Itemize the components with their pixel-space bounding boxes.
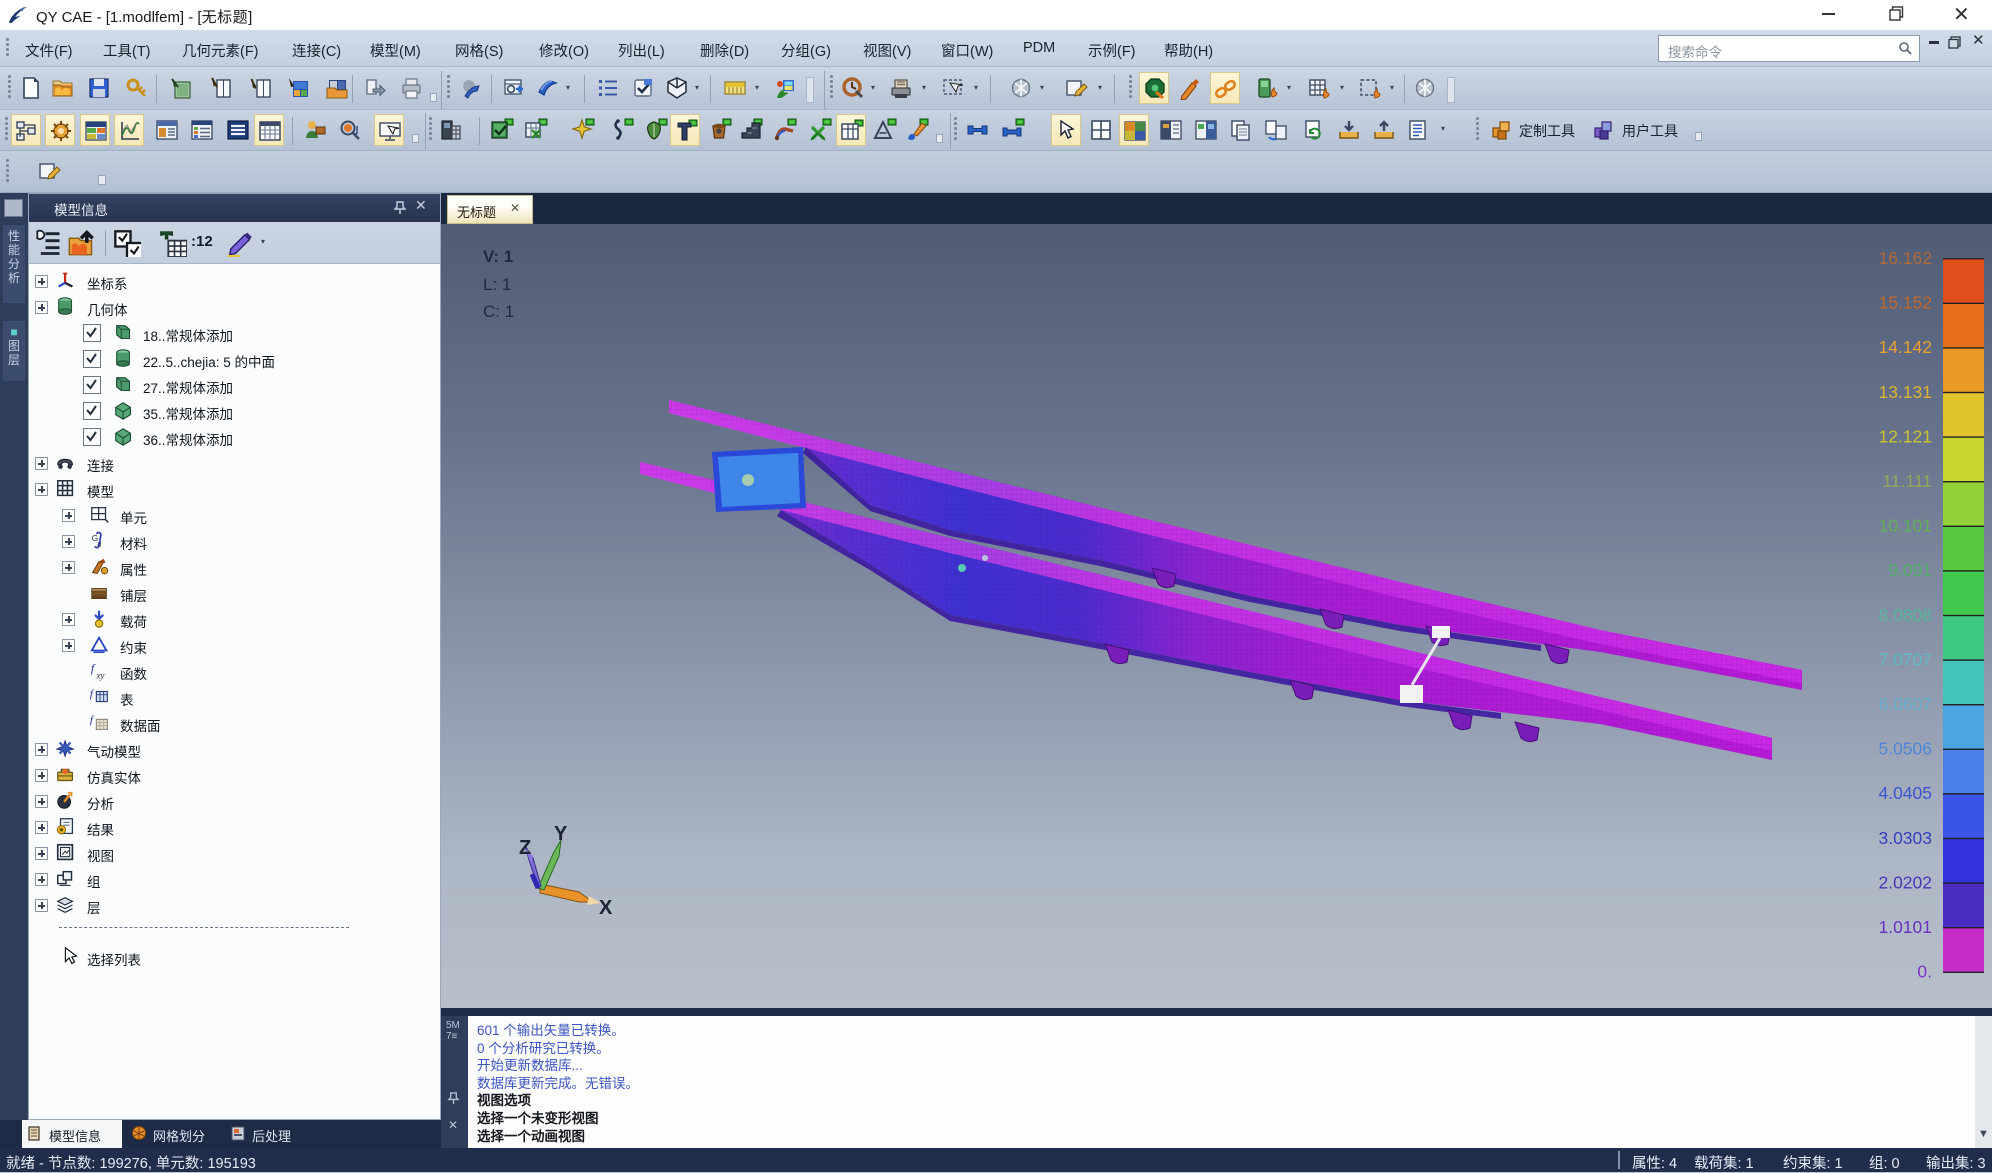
svg-text:f: f: [90, 688, 95, 700]
svg-text:3.0303: 3.0303: [1878, 828, 1932, 848]
svg-text:1.0101: 1.0101: [1878, 917, 1932, 937]
svg-text:0.: 0.: [1917, 962, 1932, 982]
svg-text:14.142: 14.142: [1878, 337, 1932, 357]
svg-text:2.0202: 2.0202: [1878, 872, 1932, 892]
svg-text:12.121: 12.121: [1878, 426, 1932, 446]
svg-text:13.131: 13.131: [1878, 382, 1932, 402]
svg-text:16.162: 16.162: [1878, 248, 1932, 268]
svg-text:4.0405: 4.0405: [1878, 783, 1932, 803]
svg-text:Y: Y: [554, 823, 568, 845]
svg-text:xy: xy: [95, 670, 105, 680]
svg-text:G: G: [92, 534, 98, 543]
svg-text:f: f: [91, 661, 96, 675]
svg-text:X: X: [599, 897, 613, 919]
svg-text:5.0506: 5.0506: [1878, 739, 1932, 759]
svg-text:7.0707: 7.0707: [1878, 649, 1932, 669]
svg-text:10.101: 10.101: [1878, 516, 1932, 536]
svg-text:11.111: 11.111: [1882, 471, 1932, 491]
svg-text:V: 1: V: 1: [483, 247, 513, 266]
svg-text:C: 1: C: 1: [483, 302, 514, 321]
svg-text:L: 1: L: 1: [483, 275, 511, 294]
svg-text:8.0808: 8.0808: [1878, 605, 1932, 625]
svg-text:9.091: 9.091: [1888, 560, 1932, 580]
svg-text:Z: Z: [519, 837, 531, 859]
svg-text:f: f: [90, 714, 95, 726]
svg-text:15.152: 15.152: [1878, 293, 1932, 313]
svg-text:6.0607: 6.0607: [1878, 694, 1932, 714]
